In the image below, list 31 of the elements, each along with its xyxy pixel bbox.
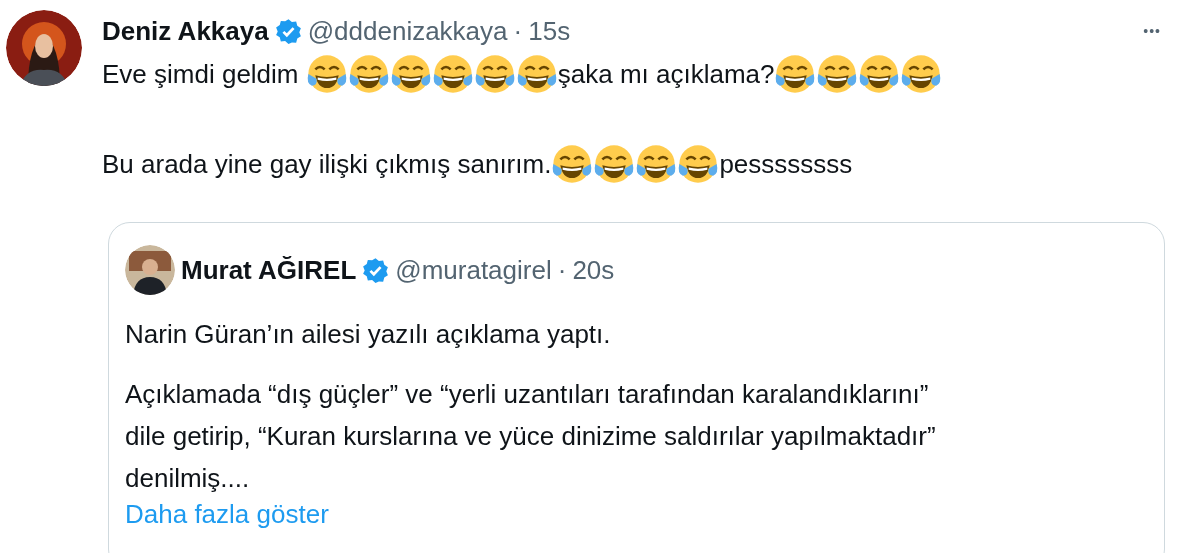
laughing-face-icon (347, 53, 390, 95)
laughing-face-icon (515, 53, 558, 95)
author-handle[interactable]: @muratagirel (395, 254, 552, 286)
laughing-face-icon (677, 143, 720, 185)
more-options-button[interactable]: ••• (1139, 19, 1165, 43)
tweet-text: Eve şimdi geldim (102, 58, 300, 90)
separator-dot: · (557, 254, 567, 286)
laughing-face-icon (858, 53, 901, 95)
avatar[interactable] (6, 10, 82, 86)
quoted-tweet-text: Narin Güran’ın ailesi yazılı açıklama yaptı. (125, 318, 612, 351)
avatar[interactable] (125, 245, 175, 295)
laughing-face-icon (900, 53, 943, 95)
tweet-text: Bu arada yine gay ilişki çıkmış sanırım. (102, 148, 552, 180)
laughing-face-icon (774, 53, 817, 95)
author-name[interactable]: Deniz Akkaya (102, 15, 269, 47)
tweet-text: şaka mı açıklama? (557, 58, 775, 90)
laughing-face-icon (593, 143, 636, 185)
separator-dot: · (513, 15, 523, 47)
laughing-face-icon (816, 53, 859, 95)
laughing-face-icon (635, 143, 678, 185)
laughing-face-icon (473, 53, 516, 95)
author-name[interactable]: Murat AĞIREL (181, 254, 357, 286)
author-handle[interactable]: @dddenizakkaya (307, 15, 508, 47)
tweet-text: pessssssss (719, 148, 853, 180)
quoted-tweet-text: Açıklamada “dış güçler” ve “yerli uzantıları tarafından karalandıklarını” dile getirip, “Kuran kurslarına ve yüce dinizime saldırılar yapılmaktadır” denilmiş.... (125, 378, 937, 495)
laughing-face-icon (305, 53, 348, 95)
timestamp[interactable]: 20s (572, 254, 615, 286)
laughing-face-icon (431, 53, 474, 95)
laughing-face-icon (551, 143, 594, 185)
laughing-face-icon (389, 53, 432, 95)
timestamp[interactable]: 15s (528, 15, 571, 47)
